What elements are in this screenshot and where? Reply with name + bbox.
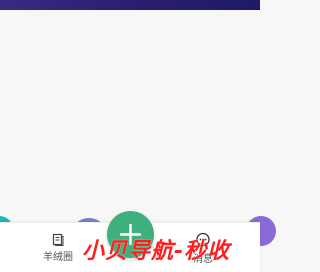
main-content-area — [0, 10, 260, 222]
status-bar — [0, 0, 260, 10]
tab-yangrongquan[interactable]: 羊绒圈 — [32, 223, 84, 272]
tab-yangrongquan-label: 羊绒圈 — [43, 252, 73, 263]
document-icon — [51, 232, 65, 246]
watermark-overlay: 小贝导航-秒收 — [82, 239, 231, 264]
